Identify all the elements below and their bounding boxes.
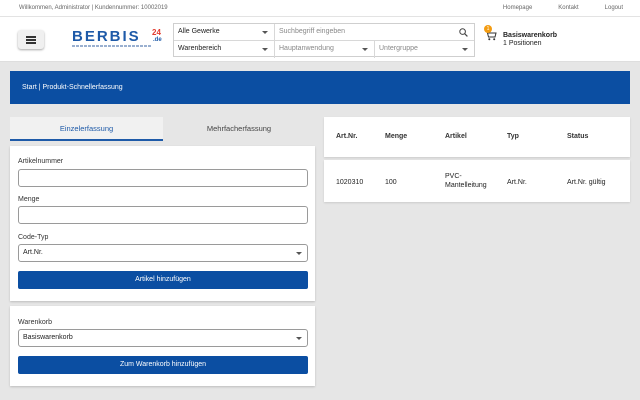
header: BERBIS 24 .de Alle Gewerke Suchbegriff e… [0, 17, 640, 62]
add-article-button[interactable]: Artikel hinzufügen [18, 271, 308, 289]
breadcrumb[interactable]: Start | Produkt-Schnellerfassung [22, 84, 123, 91]
search-input[interactable]: Suchbegriff eingeben [275, 24, 475, 40]
code-type-chevron-down-icon [296, 252, 302, 255]
cell-artikel-line2: Mantelleitung [445, 182, 487, 189]
cart-form-card: Warenkorb Basiswarenkorb Zum Warenkorb h… [10, 306, 315, 386]
cart-name: Basiswarenkorb [503, 32, 558, 39]
article-number-input[interactable] [18, 169, 308, 187]
quantity-label: Menge [18, 196, 40, 203]
entry-tabs: Einzelerfassung Mehrfacherfassung [10, 117, 315, 141]
cell-artikel-line1: PVC- [445, 173, 462, 180]
logout-link[interactable]: Logout [605, 5, 623, 11]
cell-art-nr: 1020310 [336, 179, 364, 186]
cart-positions: 1 Positionen [503, 40, 542, 47]
quantity-input[interactable] [18, 206, 308, 224]
subgroup-chevron-down-icon [462, 48, 468, 51]
search-panel: Alle Gewerke Suchbegriff eingeben Warenb… [173, 23, 475, 58]
logo-tagline [72, 45, 152, 47]
article-number-label: Artikelnummer [18, 158, 64, 165]
menu-button[interactable] [18, 30, 44, 49]
tab-single-entry[interactable]: Einzelerfassung [10, 117, 163, 141]
cell-typ: Art.Nr. [507, 179, 527, 186]
main-application-select[interactable]: Hauptanwendung [275, 41, 374, 57]
cell-menge: 100 [385, 179, 397, 186]
col-menge: Menge [385, 133, 408, 140]
table-header: Art.Nr. Menge Artikel Typ Status [324, 117, 630, 157]
search-icon[interactable] [459, 28, 468, 37]
contact-link[interactable]: Kontakt [558, 5, 578, 11]
cell-status: Art.Nr. gültig [567, 179, 606, 186]
subgroup-select[interactable]: Untergruppe [375, 41, 475, 57]
top-links: Homepage Kontakt Logout [477, 5, 623, 11]
logo-sup: 24 [152, 28, 161, 37]
col-artikel: Artikel [445, 133, 467, 140]
trade-select[interactable]: Alle Gewerke [174, 24, 274, 40]
add-to-cart-button[interactable]: Zum Warenkorb hinzufügen [18, 356, 308, 374]
code-type-label: Code-Typ [18, 234, 49, 241]
cart-widget[interactable]: 1 Basiswarenkorb 1 Positionen [483, 25, 573, 55]
welcome-text: Willkommen, Administrator | Kundennummer… [19, 5, 168, 11]
trade-chevron-down-icon [262, 31, 268, 34]
logo-domain: .de [153, 37, 162, 43]
code-type-value: Art.Nr. [23, 249, 43, 256]
tab-multi-entry[interactable]: Mehrfacherfassung [163, 117, 315, 141]
cart-label: Warenkorb [18, 319, 52, 326]
category-chevron-down-icon [262, 48, 268, 51]
cart-select[interactable]: Basiswarenkorb [18, 329, 308, 347]
col-typ: Typ [507, 133, 519, 140]
top-bar: Willkommen, Administrator | Kundennummer… [0, 0, 640, 17]
page-banner: Start | Produkt-Schnellerfassung [10, 71, 630, 104]
col-art-nr: Art.Nr. [336, 133, 358, 140]
cart-chevron-down-icon [296, 337, 302, 340]
logo-word: BERBIS [72, 28, 141, 45]
cart-select-value: Basiswarenkorb [23, 334, 73, 341]
category-select[interactable]: Warenbereich [174, 41, 274, 57]
cart-count-badge: 1 [484, 25, 492, 33]
table-row[interactable]: 1020310 100 PVC- Mantelleitung Art.Nr. A… [324, 160, 630, 202]
code-type-select[interactable]: Art.Nr. [18, 244, 308, 262]
article-form-card: Artikelnummer Menge Code-Typ Art.Nr. Art… [10, 146, 315, 301]
homepage-link[interactable]: Homepage [503, 5, 532, 11]
hamburger-icon [26, 36, 36, 38]
berbis-logo[interactable]: BERBIS 24 .de [72, 29, 164, 51]
col-status: Status [567, 133, 589, 140]
main-application-chevron-down-icon [362, 48, 368, 51]
